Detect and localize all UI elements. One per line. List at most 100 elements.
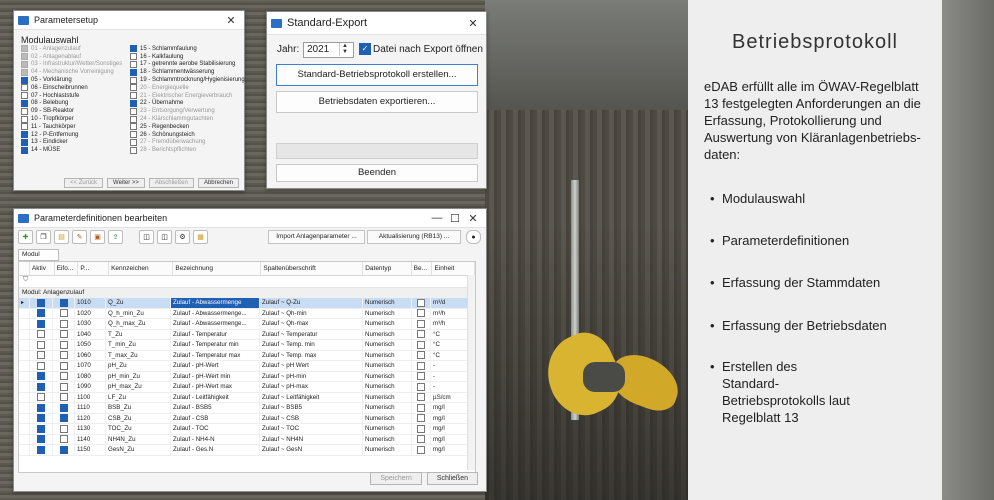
module-checkbox-item[interactable]: 06 - Einscheibrunnen — [21, 84, 131, 92]
checkbox[interactable] — [130, 84, 137, 92]
checkbox[interactable] — [37, 309, 45, 318]
checkbox[interactable] — [37, 435, 45, 444]
column-header[interactable]: Eifo... — [55, 262, 79, 275]
be-cell[interactable] — [412, 434, 431, 444]
eifo-cell[interactable] — [53, 403, 75, 413]
vertical-scrollbar[interactable] — [467, 275, 475, 470]
checkbox[interactable] — [21, 146, 28, 154]
checkbox[interactable] — [37, 424, 45, 433]
table-row[interactable]: 1130 TOC_Zu Zulauf - TOC Zulauf ~ TOC Numeri… — [19, 424, 475, 435]
module-checkbox-item[interactable]: 01 - Anlagenzulauf — [21, 45, 131, 53]
checkbox[interactable] — [59, 382, 68, 391]
checkbox[interactable] — [59, 319, 68, 328]
next-button[interactable]: Weiter >> — [107, 178, 145, 188]
back-button[interactable]: << Zurück — [64, 178, 104, 188]
eifo-cell[interactable] — [53, 424, 75, 434]
be-cell[interactable] — [412, 392, 431, 402]
module-checkbox-item[interactable]: 16 - Kalkfaulung — [130, 53, 240, 61]
module-checkbox-item[interactable]: 25 - Regenbecken — [130, 123, 240, 131]
aktiv-cell[interactable] — [30, 403, 53, 413]
checkbox[interactable] — [417, 330, 425, 339]
checkbox[interactable] — [21, 115, 28, 123]
checkbox[interactable] — [21, 84, 28, 92]
be-cell[interactable] — [412, 413, 431, 423]
checkbox[interactable] — [59, 298, 68, 307]
checkbox[interactable] — [130, 92, 137, 100]
eifo-cell[interactable] — [53, 392, 75, 402]
import-button[interactable]: Import Anlagenparameter ... — [268, 230, 365, 244]
eifo-cell[interactable] — [53, 308, 75, 318]
column-header[interactable]: Datentyp — [363, 262, 412, 275]
module-checkbox-item[interactable]: 20 - Energiequelle — [130, 84, 240, 92]
module-checkbox-item[interactable]: 15 - Schlammfaulung — [130, 45, 240, 53]
year-spinner[interactable]: ▲ ▼ — [339, 43, 350, 56]
module-checkbox-item[interactable]: 12 - P-Entfernung — [21, 131, 131, 139]
checkbox[interactable] — [21, 68, 28, 76]
be-cell[interactable] — [412, 445, 431, 455]
be-cell[interactable] — [412, 340, 431, 350]
checkbox[interactable] — [417, 414, 425, 423]
aktiv-cell[interactable] — [30, 424, 53, 434]
checkbox[interactable] — [21, 92, 28, 100]
checkbox[interactable] — [59, 393, 68, 402]
eifo-cell[interactable] — [53, 434, 75, 444]
create-protocol-button[interactable]: Standard-Betriebsprotokoll erstellen... — [276, 64, 478, 86]
table-row[interactable]: 1140 NH4N_Zu Zulauf - NH4-N Zulauf ~ NH4N Nu… — [19, 434, 475, 445]
column-header[interactable]: Aktiv — [30, 262, 55, 275]
eifo-cell[interactable] — [53, 298, 75, 308]
module-checkbox-item[interactable]: 07 - Hochlaststufe — [21, 92, 131, 100]
maximize-icon[interactable]: ☐ — [446, 212, 464, 225]
table-row[interactable]: 1060 T_max_Zu Zulauf - Temperatur max Zulau… — [19, 350, 475, 361]
checkbox[interactable] — [417, 403, 425, 412]
close-icon[interactable]: ✕ — [464, 212, 482, 225]
window-icon[interactable]: ◫ — [139, 230, 154, 244]
folder-icon[interactable]: ▤ — [54, 230, 69, 244]
be-cell[interactable] — [412, 424, 431, 434]
close-button[interactable]: Schließen — [426, 472, 478, 485]
eifo-cell[interactable] — [53, 445, 75, 455]
update-button[interactable]: Aktualisierung (RB13) ... — [367, 230, 461, 244]
checkbox[interactable] — [130, 60, 137, 68]
cancel-button[interactable]: Abbrechen — [197, 178, 239, 188]
checkbox[interactable] — [130, 131, 137, 139]
module-checkbox-item[interactable]: 22 - Übernahme — [130, 99, 240, 108]
checkbox[interactable] — [417, 298, 425, 307]
checkbox[interactable] — [59, 309, 68, 318]
be-cell[interactable] — [412, 371, 431, 381]
table-row[interactable]: 1150 GesN_Zu Zulauf - Ges.N Zulauf ~ GesN Nu… — [19, 445, 475, 456]
checkbox[interactable] — [130, 53, 137, 61]
checkbox[interactable] — [59, 351, 68, 360]
checkbox[interactable] — [37, 382, 45, 391]
module-checkbox-item[interactable]: 26 - Schönungsteich — [130, 131, 240, 139]
aktiv-cell[interactable] — [30, 392, 53, 402]
module-checkbox-item[interactable]: 19 - Schlammtrocknung/Hygienisierung — [130, 76, 245, 84]
checkbox[interactable] — [37, 361, 45, 370]
checkbox[interactable] — [21, 123, 28, 131]
eifo-cell[interactable] — [53, 329, 75, 339]
checkbox[interactable] — [59, 414, 68, 423]
edit-icon[interactable]: ✎ — [72, 230, 87, 244]
module-checkbox-item[interactable]: 05 - Vorklärung — [21, 76, 131, 84]
checkbox[interactable] — [417, 393, 425, 402]
checkbox[interactable] — [37, 403, 45, 412]
checkbox[interactable] — [21, 131, 28, 139]
checkbox[interactable] — [21, 138, 28, 146]
be-cell[interactable] — [412, 382, 431, 392]
checkbox[interactable] — [417, 319, 425, 328]
close-icon[interactable]: ✕ — [222, 14, 240, 27]
eifo-cell[interactable] — [53, 413, 75, 423]
module-checkbox-item[interactable]: 13 - Eindicker — [21, 138, 131, 147]
eifo-cell[interactable] — [53, 340, 75, 350]
aktiv-cell[interactable] — [30, 413, 53, 423]
image-icon[interactable]: ▦ — [193, 230, 208, 244]
checkbox[interactable] — [59, 361, 68, 370]
table-row[interactable]: 1040 T_Zu Zulauf - Temperatur Zulauf ~ Temp… — [19, 329, 475, 340]
window2-icon[interactable]: ◫ — [157, 230, 172, 244]
module-checkbox-item[interactable]: 03 - Infrastruktur/Wetter/Sonstiges — [21, 60, 131, 69]
be-cell[interactable] — [412, 319, 431, 329]
checkbox[interactable] — [417, 340, 425, 349]
aktiv-cell[interactable] — [30, 434, 53, 444]
module-checkbox-item[interactable]: 27 - Fremdüberwachung — [130, 138, 240, 147]
checkbox[interactable] — [37, 372, 45, 381]
table-row[interactable]: 1080 pH_min_Zu Zulauf - pH-Wert min Zulauf … — [19, 371, 475, 382]
